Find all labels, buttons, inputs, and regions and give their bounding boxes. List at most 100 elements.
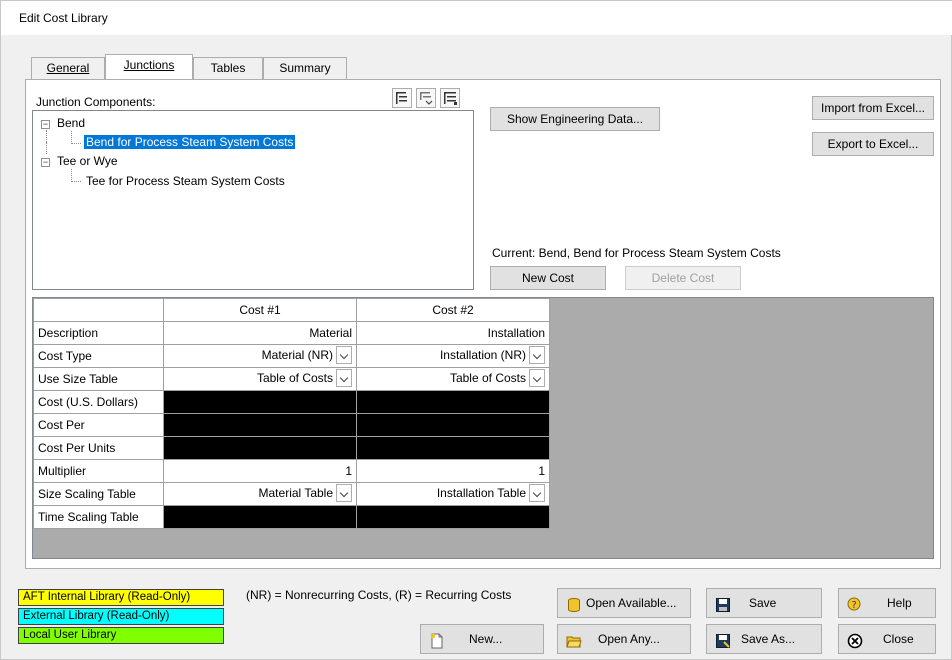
row-header-cost-dollars: Cost (U.S. Dollars): [33, 390, 164, 414]
chevron-down-icon[interactable]: [336, 369, 352, 387]
cell-cost-dollars-cost-1: [163, 390, 357, 414]
import-from-excel-button[interactable]: Import from Excel...: [812, 96, 934, 120]
tree-line: [46, 130, 47, 142]
close-icon: [847, 631, 863, 649]
legend-local-user-label: Local User Library: [23, 629, 117, 641]
cell-size-scaling-cost-2[interactable]: Installation Table: [356, 482, 550, 506]
tree-line: [71, 143, 81, 144]
save-as-icon: [715, 631, 731, 648]
new-button[interactable]: New...: [420, 624, 544, 654]
column-header-cost-2: Cost #2: [356, 298, 550, 322]
open-any-button[interactable]: Open Any...: [557, 624, 691, 654]
tree-options-icon[interactable]: [440, 88, 460, 108]
grid-header-row: Cost #1 Cost #2: [33, 298, 550, 322]
delete-cost-button: Delete Cost: [625, 266, 741, 290]
tree-node-tee-or-wye[interactable]: Tee or Wye: [57, 154, 118, 168]
tab-general-label: General: [46, 61, 90, 75]
cell-cost-per-cost-1: [163, 413, 357, 437]
legend-external: External Library (Read-Only): [18, 608, 224, 625]
help-button[interactable]: ? Help: [838, 588, 936, 618]
cost-grid: Cost #1 Cost #2 Description Material Ins…: [33, 298, 550, 529]
svg-text:?: ?: [852, 600, 857, 611]
legend-local-user: Local User Library: [18, 627, 224, 644]
cell-use-size-table-cost-1[interactable]: Table of Costs: [163, 367, 357, 391]
grid-row-size-scaling-table: Size Scaling Table Material Table Instal…: [33, 482, 550, 506]
use-size-table-cost-2-value: Table of Costs: [449, 371, 526, 386]
chevron-down-icon[interactable]: [529, 346, 545, 364]
expand-all-icon[interactable]: [392, 88, 412, 108]
column-header-cost-1: Cost #1: [163, 298, 357, 322]
open-available-label: Open Available...: [586, 596, 677, 610]
save-label: Save: [749, 596, 777, 610]
tree-node-bend-process-steam[interactable]: Bend for Process Steam System Costs: [84, 135, 296, 149]
row-header-multiplier: Multiplier: [33, 459, 164, 483]
legend-aft-internal-label: AFT Internal Library (Read-Only): [23, 591, 191, 603]
grid-row-time-scaling-table: Time Scaling Table: [33, 505, 550, 529]
cell-description-cost-1[interactable]: Material: [163, 321, 357, 345]
grid-row-description: Description Material Installation: [33, 321, 550, 345]
database-icon: [566, 595, 582, 613]
cell-multiplier-cost-1[interactable]: 1: [163, 459, 357, 483]
grid-row-cost-per-units: Cost Per Units: [33, 436, 550, 460]
size-scaling-cost-2-value: Installation Table: [436, 486, 526, 501]
legend-aft-internal: AFT Internal Library (Read-Only): [18, 589, 224, 606]
collapse-all-icon[interactable]: [416, 88, 436, 108]
cell-size-scaling-cost-1[interactable]: Material Table: [163, 482, 357, 506]
cell-cost-per-units-cost-2: [356, 436, 550, 460]
cost-type-cost-1-value: Material (NR): [261, 348, 333, 363]
collapse-tee-icon[interactable]: −: [41, 158, 50, 167]
tab-tables-label: Tables: [210, 61, 246, 75]
row-header-description: Description: [33, 321, 164, 345]
cost-type-cost-2-value: Installation (NR): [439, 348, 526, 363]
tree-node-tee-process-steam[interactable]: Tee for Process Steam System Costs: [86, 174, 285, 188]
collapse-bend-icon[interactable]: −: [41, 120, 50, 129]
cell-use-size-table-cost-2[interactable]: Table of Costs: [356, 367, 550, 391]
export-to-excel-button[interactable]: Export to Excel...: [812, 132, 934, 156]
row-header-cost-type: Cost Type: [33, 344, 164, 368]
chevron-down-icon[interactable]: [336, 484, 352, 502]
grid-row-cost-type: Cost Type Material (NR) Installation (NR…: [33, 344, 550, 368]
use-size-table-cost-1-value: Table of Costs: [256, 371, 333, 386]
row-header-time-scaling-table: Time Scaling Table: [33, 505, 164, 529]
new-cost-button[interactable]: New Cost: [490, 266, 606, 290]
new-document-icon: [429, 631, 445, 649]
help-label: Help: [887, 596, 912, 610]
cost-legend-note: (NR) = Nonrecurring Costs, (R) = Recurri…: [246, 588, 512, 602]
cell-description-cost-2[interactable]: Installation: [356, 321, 550, 345]
tab-tables[interactable]: Tables: [193, 57, 263, 79]
tree-line: [71, 181, 81, 182]
open-available-button[interactable]: Open Available...: [557, 588, 691, 618]
legend-external-label: External Library (Read-Only): [23, 610, 170, 622]
close-label: Close: [883, 632, 914, 646]
cell-cost-type-cost-1[interactable]: Material (NR): [163, 344, 357, 368]
row-header-cost-per: Cost Per: [33, 413, 164, 437]
chevron-down-icon[interactable]: [529, 369, 545, 387]
chevron-down-icon[interactable]: [529, 484, 545, 502]
cell-time-scaling-cost-1: [163, 505, 357, 529]
tab-summary[interactable]: Summary: [263, 57, 347, 79]
grid-row-cost-dollars: Cost (U.S. Dollars): [33, 390, 550, 414]
show-engineering-data-button[interactable]: Show Engineering Data...: [490, 107, 660, 131]
cell-cost-type-cost-2[interactable]: Installation (NR): [356, 344, 550, 368]
cell-cost-per-cost-2: [356, 413, 550, 437]
save-button[interactable]: Save: [706, 588, 822, 618]
close-button[interactable]: Close: [838, 624, 936, 654]
chevron-down-icon[interactable]: [336, 346, 352, 364]
tab-junctions-label: Junctions: [123, 58, 175, 72]
grid-row-use-size-table: Use Size Table Table of Costs Table of C…: [33, 367, 550, 391]
new-button-label: New...: [469, 632, 503, 646]
cell-cost-dollars-cost-2: [356, 390, 550, 414]
tab-junctions[interactable]: Junctions: [105, 54, 193, 79]
tree-line: [46, 142, 47, 154]
tree-node-bend[interactable]: Bend: [57, 116, 85, 130]
cell-time-scaling-cost-2: [356, 505, 550, 529]
tab-general[interactable]: General: [31, 57, 105, 79]
open-any-label: Open Any...: [598, 632, 660, 646]
grid-row-cost-per: Cost Per: [33, 413, 550, 437]
junction-tree[interactable]: − Bend Bend for Process Steam System Cos…: [32, 110, 474, 290]
grid-row-multiplier: Multiplier 1 1: [33, 459, 550, 483]
save-as-button[interactable]: Save As...: [706, 624, 822, 654]
help-icon: ?: [847, 595, 863, 611]
cell-multiplier-cost-2[interactable]: 1: [356, 459, 550, 483]
cell-cost-per-units-cost-1: [163, 436, 357, 460]
